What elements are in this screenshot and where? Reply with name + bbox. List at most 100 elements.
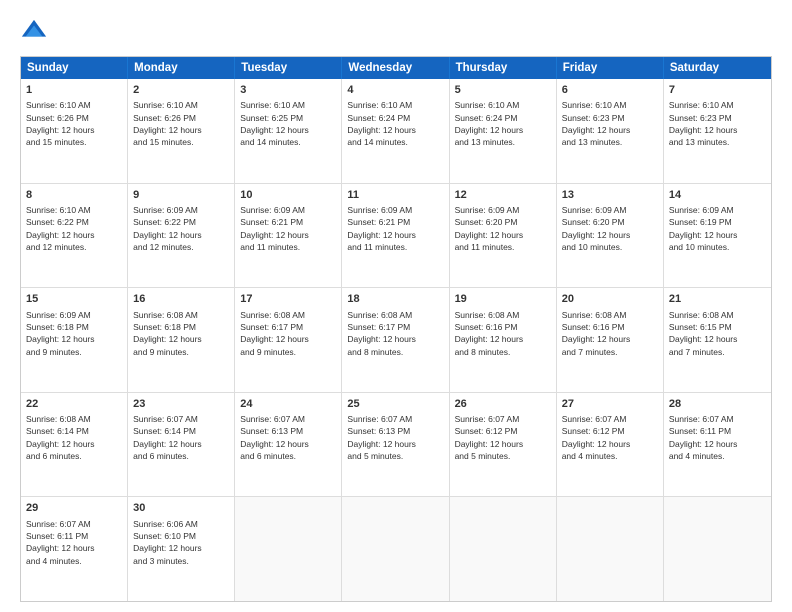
day-info: Sunrise: 6:08 AMSunset: 6:18 PMDaylight:… — [133, 309, 229, 358]
day-number: 25 — [347, 397, 443, 412]
day-info: Sunrise: 6:09 AMSunset: 6:20 PMDaylight:… — [562, 204, 658, 253]
day-number: 24 — [240, 397, 336, 412]
day-cell-27: 27Sunrise: 6:07 AMSunset: 6:12 PMDayligh… — [557, 393, 664, 497]
day-cell-22: 22Sunrise: 6:08 AMSunset: 6:14 PMDayligh… — [21, 393, 128, 497]
day-info: Sunrise: 6:07 AMSunset: 6:12 PMDaylight:… — [455, 413, 551, 462]
day-info: Sunrise: 6:09 AMSunset: 6:18 PMDaylight:… — [26, 309, 122, 358]
empty-cell-4-3 — [342, 497, 449, 601]
calendar-header: SundayMondayTuesdayWednesdayThursdayFrid… — [21, 57, 771, 79]
calendar-body: 1Sunrise: 6:10 AMSunset: 6:26 PMDaylight… — [21, 79, 771, 601]
calendar-row-4: 29Sunrise: 6:07 AMSunset: 6:11 PMDayligh… — [21, 497, 771, 601]
header-day-tuesday: Tuesday — [235, 57, 342, 79]
day-cell-10: 10Sunrise: 6:09 AMSunset: 6:21 PMDayligh… — [235, 184, 342, 288]
day-info: Sunrise: 6:09 AMSunset: 6:20 PMDaylight:… — [455, 204, 551, 253]
day-number: 9 — [133, 188, 229, 203]
day-cell-15: 15 Sunrise: 6:09 AMSunset: 6:18 PMDayligh… — [21, 288, 128, 392]
day-info: Sunrise: 6:10 AMSunset: 6:22 PMDaylight:… — [26, 204, 122, 253]
day-number: 12 — [455, 188, 551, 203]
day-number: 15 — [26, 292, 122, 307]
day-cell-6: 6Sunrise: 6:10 AMSunset: 6:23 PMDaylight… — [557, 79, 664, 183]
day-cell-24: 24Sunrise: 6:07 AMSunset: 6:13 PMDayligh… — [235, 393, 342, 497]
calendar-row-2: 15 Sunrise: 6:09 AMSunset: 6:18 PMDayligh… — [21, 288, 771, 393]
day-info: Sunrise: 6:09 AMSunset: 6:22 PMDaylight:… — [133, 204, 229, 253]
header-day-monday: Monday — [128, 57, 235, 79]
day-number: 22 — [26, 397, 122, 412]
day-info: Sunrise: 6:07 AMSunset: 6:12 PMDaylight:… — [562, 413, 658, 462]
logo-icon — [20, 18, 48, 46]
day-number: 28 — [669, 397, 766, 412]
day-number: 27 — [562, 397, 658, 412]
day-info: Sunrise: 6:08 AMSunset: 6:16 PMDaylight:… — [455, 309, 551, 358]
header-day-thursday: Thursday — [450, 57, 557, 79]
day-number: 26 — [455, 397, 551, 412]
day-cell-21: 21 Sunrise: 6:08 AMSunset: 6:15 PMDayligh… — [664, 288, 771, 392]
day-info: Sunrise: 6:10 AMSunset: 6:24 PMDaylight:… — [455, 99, 551, 148]
header-day-sunday: Sunday — [21, 57, 128, 79]
day-cell-29: 29Sunrise: 6:07 AMSunset: 6:11 PMDayligh… — [21, 497, 128, 601]
day-info: Sunrise: 6:08 AMSunset: 6:15 PMDaylight:… — [669, 309, 766, 358]
calendar: SundayMondayTuesdayWednesdayThursdayFrid… — [20, 56, 772, 602]
header — [20, 18, 772, 46]
calendar-row-0: 1Sunrise: 6:10 AMSunset: 6:26 PMDaylight… — [21, 79, 771, 184]
day-cell-8: 8Sunrise: 6:10 AMSunset: 6:22 PMDaylight… — [21, 184, 128, 288]
day-cell-3: 3Sunrise: 6:10 AMSunset: 6:25 PMDaylight… — [235, 79, 342, 183]
day-number: 14 — [669, 188, 766, 203]
day-cell-5: 5Sunrise: 6:10 AMSunset: 6:24 PMDaylight… — [450, 79, 557, 183]
day-number: 17 — [240, 292, 336, 307]
header-day-saturday: Saturday — [664, 57, 771, 79]
day-cell-25: 25Sunrise: 6:07 AMSunset: 6:13 PMDayligh… — [342, 393, 449, 497]
empty-cell-4-2 — [235, 497, 342, 601]
day-info: Sunrise: 6:09 AMSunset: 6:21 PMDaylight:… — [240, 204, 336, 253]
day-cell-13: 13Sunrise: 6:09 AMSunset: 6:20 PMDayligh… — [557, 184, 664, 288]
day-number: 8 — [26, 188, 122, 203]
day-cell-4: 4Sunrise: 6:10 AMSunset: 6:24 PMDaylight… — [342, 79, 449, 183]
day-cell-20: 20 Sunrise: 6:08 AMSunset: 6:16 PMDayligh… — [557, 288, 664, 392]
day-info: Sunrise: 6:07 AMSunset: 6:11 PMDaylight:… — [669, 413, 766, 462]
day-cell-30: 30Sunrise: 6:06 AMSunset: 6:10 PMDayligh… — [128, 497, 235, 601]
day-number: 1 — [26, 83, 122, 98]
day-number: 3 — [240, 83, 336, 98]
day-info: Sunrise: 6:09 AMSunset: 6:21 PMDaylight:… — [347, 204, 443, 253]
day-number: 20 — [562, 292, 658, 307]
day-info: Sunrise: 6:10 AMSunset: 6:26 PMDaylight:… — [26, 99, 122, 148]
day-cell-12: 12Sunrise: 6:09 AMSunset: 6:20 PMDayligh… — [450, 184, 557, 288]
day-cell-1: 1Sunrise: 6:10 AMSunset: 6:26 PMDaylight… — [21, 79, 128, 183]
day-info: Sunrise: 6:08 AMSunset: 6:16 PMDaylight:… — [562, 309, 658, 358]
day-number: 23 — [133, 397, 229, 412]
day-info: Sunrise: 6:10 AMSunset: 6:23 PMDaylight:… — [669, 99, 766, 148]
day-number: 7 — [669, 83, 766, 98]
day-info: Sunrise: 6:07 AMSunset: 6:11 PMDaylight:… — [26, 518, 122, 567]
day-number: 30 — [133, 501, 229, 516]
header-day-wednesday: Wednesday — [342, 57, 449, 79]
day-info: Sunrise: 6:10 AMSunset: 6:26 PMDaylight:… — [133, 99, 229, 148]
day-number: 4 — [347, 83, 443, 98]
day-info: Sunrise: 6:10 AMSunset: 6:25 PMDaylight:… — [240, 99, 336, 148]
day-number: 13 — [562, 188, 658, 203]
page: SundayMondayTuesdayWednesdayThursdayFrid… — [0, 0, 792, 612]
day-number: 16 — [133, 292, 229, 307]
day-cell-9: 9Sunrise: 6:09 AMSunset: 6:22 PMDaylight… — [128, 184, 235, 288]
calendar-row-3: 22Sunrise: 6:08 AMSunset: 6:14 PMDayligh… — [21, 393, 771, 498]
day-number: 21 — [669, 292, 766, 307]
day-info: Sunrise: 6:10 AMSunset: 6:23 PMDaylight:… — [562, 99, 658, 148]
day-cell-19: 19 Sunrise: 6:08 AMSunset: 6:16 PMDayligh… — [450, 288, 557, 392]
day-number: 11 — [347, 188, 443, 203]
day-cell-11: 11Sunrise: 6:09 AMSunset: 6:21 PMDayligh… — [342, 184, 449, 288]
day-info: Sunrise: 6:09 AMSunset: 6:19 PMDaylight:… — [669, 204, 766, 253]
day-cell-26: 26Sunrise: 6:07 AMSunset: 6:12 PMDayligh… — [450, 393, 557, 497]
empty-cell-4-4 — [450, 497, 557, 601]
empty-cell-4-6 — [664, 497, 771, 601]
day-info: Sunrise: 6:07 AMSunset: 6:14 PMDaylight:… — [133, 413, 229, 462]
day-cell-2: 2Sunrise: 6:10 AMSunset: 6:26 PMDaylight… — [128, 79, 235, 183]
day-cell-28: 28Sunrise: 6:07 AMSunset: 6:11 PMDayligh… — [664, 393, 771, 497]
day-cell-16: 16 Sunrise: 6:08 AMSunset: 6:18 PMDayligh… — [128, 288, 235, 392]
day-cell-7: 7Sunrise: 6:10 AMSunset: 6:23 PMDaylight… — [664, 79, 771, 183]
day-number: 5 — [455, 83, 551, 98]
day-info: Sunrise: 6:07 AMSunset: 6:13 PMDaylight:… — [240, 413, 336, 462]
calendar-row-1: 8Sunrise: 6:10 AMSunset: 6:22 PMDaylight… — [21, 184, 771, 289]
day-number: 10 — [240, 188, 336, 203]
day-cell-23: 23Sunrise: 6:07 AMSunset: 6:14 PMDayligh… — [128, 393, 235, 497]
day-info: Sunrise: 6:10 AMSunset: 6:24 PMDaylight:… — [347, 99, 443, 148]
day-number: 19 — [455, 292, 551, 307]
day-number: 18 — [347, 292, 443, 307]
